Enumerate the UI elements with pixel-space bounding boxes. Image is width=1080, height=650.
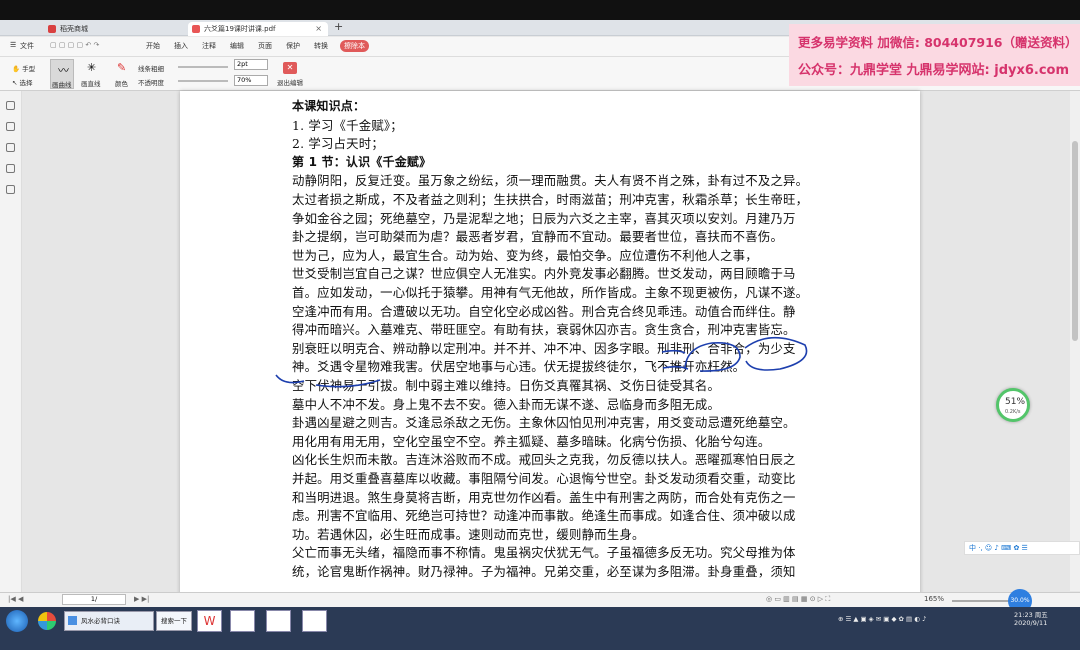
watermark-line-1: 更多易学资料 加微信: 804407916（赠送资料） <box>798 35 1078 50</box>
pdf-icon <box>192 25 200 33</box>
pen-color-icon: ✎ <box>117 61 127 74</box>
title-bar <box>0 0 1080 20</box>
taskbar-item-label: 风水必背口诀 <box>81 617 120 625</box>
status-bar: |◀ ◀ 1/ ▶ ▶| ◎ ▭ ▥ ▤ ▦ ⊙ ▷ ⛶ 165% <box>0 592 1080 607</box>
window-icon <box>68 616 77 625</box>
app-icon-4[interactable] <box>302 610 327 632</box>
ime-toolbar[interactable]: 中 ·, ☺ ♪ ⌨ ✿ ☰ <box>964 541 1080 555</box>
menu-annotate[interactable]: 注释 <box>202 41 216 51</box>
progress-percent: 51% <box>1005 397 1026 407</box>
menu-file[interactable]: 文件 <box>20 41 34 51</box>
ink-mark-4 <box>744 336 808 371</box>
zoom-level[interactable]: 165% <box>924 595 944 603</box>
exit-icon[interactable]: ✕ <box>283 62 297 74</box>
pdf-page: 本课知识点： 1. 学习《千金赋》； 2. 学习占天时；第 1 节：认识《千金赋》动… <box>180 91 920 605</box>
thickness-label: 线条粗细 <box>138 65 164 73</box>
select-label: 选择 <box>19 79 33 87</box>
menu-edit[interactable]: 编辑 <box>230 41 244 51</box>
menu-start[interactable]: 开始 <box>146 41 160 51</box>
ink-mark-1 <box>661 349 686 354</box>
line-tool[interactable]: ✳ 画直线 <box>80 59 104 89</box>
pen-icon: 〰 <box>58 64 69 77</box>
taskbar-item-search[interactable]: 搜索一下 <box>156 611 192 631</box>
shop-icon <box>48 25 56 33</box>
color-label: 颜色 <box>115 80 128 88</box>
network-speed: 0.2K/s <box>1005 409 1021 415</box>
pen-label: 画曲线 <box>52 81 72 89</box>
tab-label: 稻壳商城 <box>60 25 88 33</box>
quick-tools-icon[interactable]: ▢ ▢ ▢ ▢ ↶ ↷ <box>50 41 99 49</box>
pen-tool[interactable]: 〰 画曲线 <box>50 59 74 89</box>
thickness-select[interactable]: 2pt <box>234 59 268 70</box>
tab-pdf[interactable]: 六爻篇19课时讲课.pdf × <box>188 22 328 36</box>
comment-icon[interactable] <box>6 143 15 152</box>
clock-time: 21:23 周五 <box>1014 611 1048 619</box>
taskbar: 风水必背口诀 搜索一下 W ⊕ ☰ ▲ ▣ ◈ ✉ ▣ ◆ ✿ ▤ ◐ ♪ 21… <box>0 607 1080 650</box>
hamburger-icon[interactable]: ☰ <box>10 41 16 49</box>
tab-shop[interactable]: 稻壳商城 <box>44 22 184 36</box>
app-icon-3[interactable] <box>266 610 291 632</box>
nav-next-icon[interactable]: ▶ ▶| <box>134 595 149 603</box>
opacity-slider[interactable] <box>178 80 228 82</box>
hand-label: 手型 <box>22 65 36 73</box>
view-mode-icons[interactable]: ◎ ▭ ▥ ▤ ▦ ⊙ ▷ ⛶ <box>766 595 830 604</box>
color-tool[interactable]: ✎ 颜色 <box>112 59 136 89</box>
tab-label: 六爻篇19课时讲课.pdf <box>204 25 276 33</box>
close-icon[interactable]: × <box>315 22 322 36</box>
nav-first-icon[interactable]: |◀ ◀ <box>8 595 23 603</box>
app-icon-2[interactable] <box>230 610 255 632</box>
spark-icon: ✳ <box>87 61 97 74</box>
new-tab-icon[interactable]: + <box>334 20 343 33</box>
line-label: 画直线 <box>81 80 101 88</box>
attachment-icon[interactable] <box>6 164 15 173</box>
left-sidebar <box>0 91 22 605</box>
ink-annotations <box>275 336 808 388</box>
scroll-thumb[interactable] <box>1072 141 1078 341</box>
opacity-select[interactable]: 70% <box>234 75 268 86</box>
watermark-banner: 更多易学资料 加微信: 804407916（赠送资料） 公众号：九鼎学堂 九鼎易… <box>789 24 1080 86</box>
vertical-scrollbar[interactable] <box>1070 91 1080 591</box>
thumbnail-icon[interactable] <box>6 122 15 131</box>
bookmark-icon[interactable] <box>6 101 15 110</box>
tray-icons[interactable]: ⊕ ☰ ▲ ▣ ◈ ✉ ▣ ◆ ✿ ▤ ◐ ♪ <box>838 615 926 623</box>
zoom-slider[interactable] <box>952 600 1012 602</box>
menu-eraser[interactable]: 擦除本 <box>340 40 369 52</box>
menu-protect[interactable]: 保护 <box>286 41 300 51</box>
wps-icon[interactable]: W <box>197 610 222 632</box>
browser-icon[interactable] <box>38 612 56 630</box>
menu-insert[interactable]: 插入 <box>174 41 188 51</box>
screen: 稻壳商城 六爻篇19课时讲课.pdf × + ☰ 文件 ▢ ▢ ▢ ▢ ↶ ↷ … <box>0 0 1080 650</box>
menu-convert[interactable]: 转换 <box>314 41 328 51</box>
hand-tool[interactable]: ✋ 手型 <box>12 63 35 73</box>
select-tool[interactable]: ↖ 选择 <box>12 77 33 87</box>
page-number-input[interactable]: 1/ <box>62 594 126 605</box>
ink-mark-6 <box>315 379 381 388</box>
start-button-icon[interactable] <box>6 610 28 632</box>
exit-label[interactable]: 退出编辑 <box>277 77 303 87</box>
watermark-line-2: 公众号：九鼎学堂 九鼎易学网站: jdyx6.com <box>798 63 1070 78</box>
document-viewport: 本课知识点： 1. 学习《千金赋》； 2. 学习占天时；第 1 节：认识《千金赋》动… <box>22 91 1080 605</box>
clock-date: 2020/9/11 <box>1014 619 1048 627</box>
opacity-label: 不透明度 <box>138 79 164 87</box>
ink-mark-5 <box>275 374 305 384</box>
menu-page[interactable]: 页面 <box>258 41 272 51</box>
taskbar-item-fengshui[interactable]: 风水必背口诀 <box>64 611 154 631</box>
ink-mark-3 <box>684 341 741 372</box>
network-speed-widget[interactable]: 51% 0.2K/s <box>996 388 1030 422</box>
signature-icon[interactable] <box>6 185 15 194</box>
thickness-slider[interactable] <box>178 66 228 68</box>
